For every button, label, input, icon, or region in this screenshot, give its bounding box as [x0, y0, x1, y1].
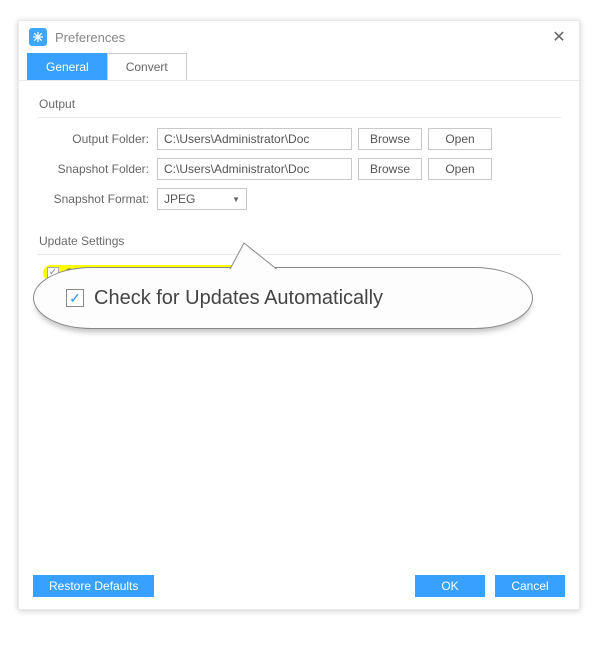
cancel-button[interactable]: Cancel [495, 575, 565, 597]
output-folder-browse-button[interactable]: Browse [358, 128, 422, 150]
chevron-down-icon: ▼ [232, 195, 240, 204]
ok-button[interactable]: OK [415, 575, 485, 597]
restore-defaults-button[interactable]: Restore Defaults [33, 575, 154, 597]
footer-bar: Restore Defaults OK Cancel [33, 575, 565, 597]
output-folder-open-button[interactable]: Open [428, 128, 492, 150]
row-output-folder: Output Folder: Browse Open [37, 128, 561, 150]
callout-label: Check for Updates Automatically [94, 287, 383, 310]
content-area: Output Output Folder: Browse Open Snapsh… [19, 81, 579, 281]
section-output-title: Output [37, 95, 561, 118]
tab-bar: General Convert [19, 53, 579, 81]
snapshot-format-select[interactable]: JPEG ▼ [157, 188, 247, 210]
dialog-title: Preferences [55, 30, 125, 45]
snapshot-folder-label: Snapshot Folder: [37, 162, 157, 176]
callout-bubble: ✓ Check for Updates Automatically [33, 267, 533, 329]
snapshot-folder-input[interactable] [157, 158, 352, 180]
snapshot-format-value: JPEG [164, 192, 195, 206]
snapshot-format-label: Snapshot Format: [37, 192, 157, 206]
section-update-title: Update Settings [37, 232, 561, 255]
tab-convert[interactable]: Convert [107, 53, 187, 80]
tab-general[interactable]: General [27, 53, 108, 80]
snapshot-folder-open-button[interactable]: Open [428, 158, 492, 180]
titlebar: Preferences ✕ [19, 21, 579, 53]
output-folder-label: Output Folder: [37, 132, 157, 146]
output-folder-input[interactable] [157, 128, 352, 150]
callout-checkbox[interactable]: ✓ [66, 289, 84, 307]
row-snapshot-format: Snapshot Format: JPEG ▼ [37, 188, 561, 210]
close-icon[interactable]: ✕ [549, 27, 569, 47]
snapshot-folder-browse-button[interactable]: Browse [358, 158, 422, 180]
row-snapshot-folder: Snapshot Folder: Browse Open [37, 158, 561, 180]
app-icon [29, 28, 47, 46]
preferences-dialog: Preferences ✕ General Convert Output Out… [18, 20, 580, 610]
